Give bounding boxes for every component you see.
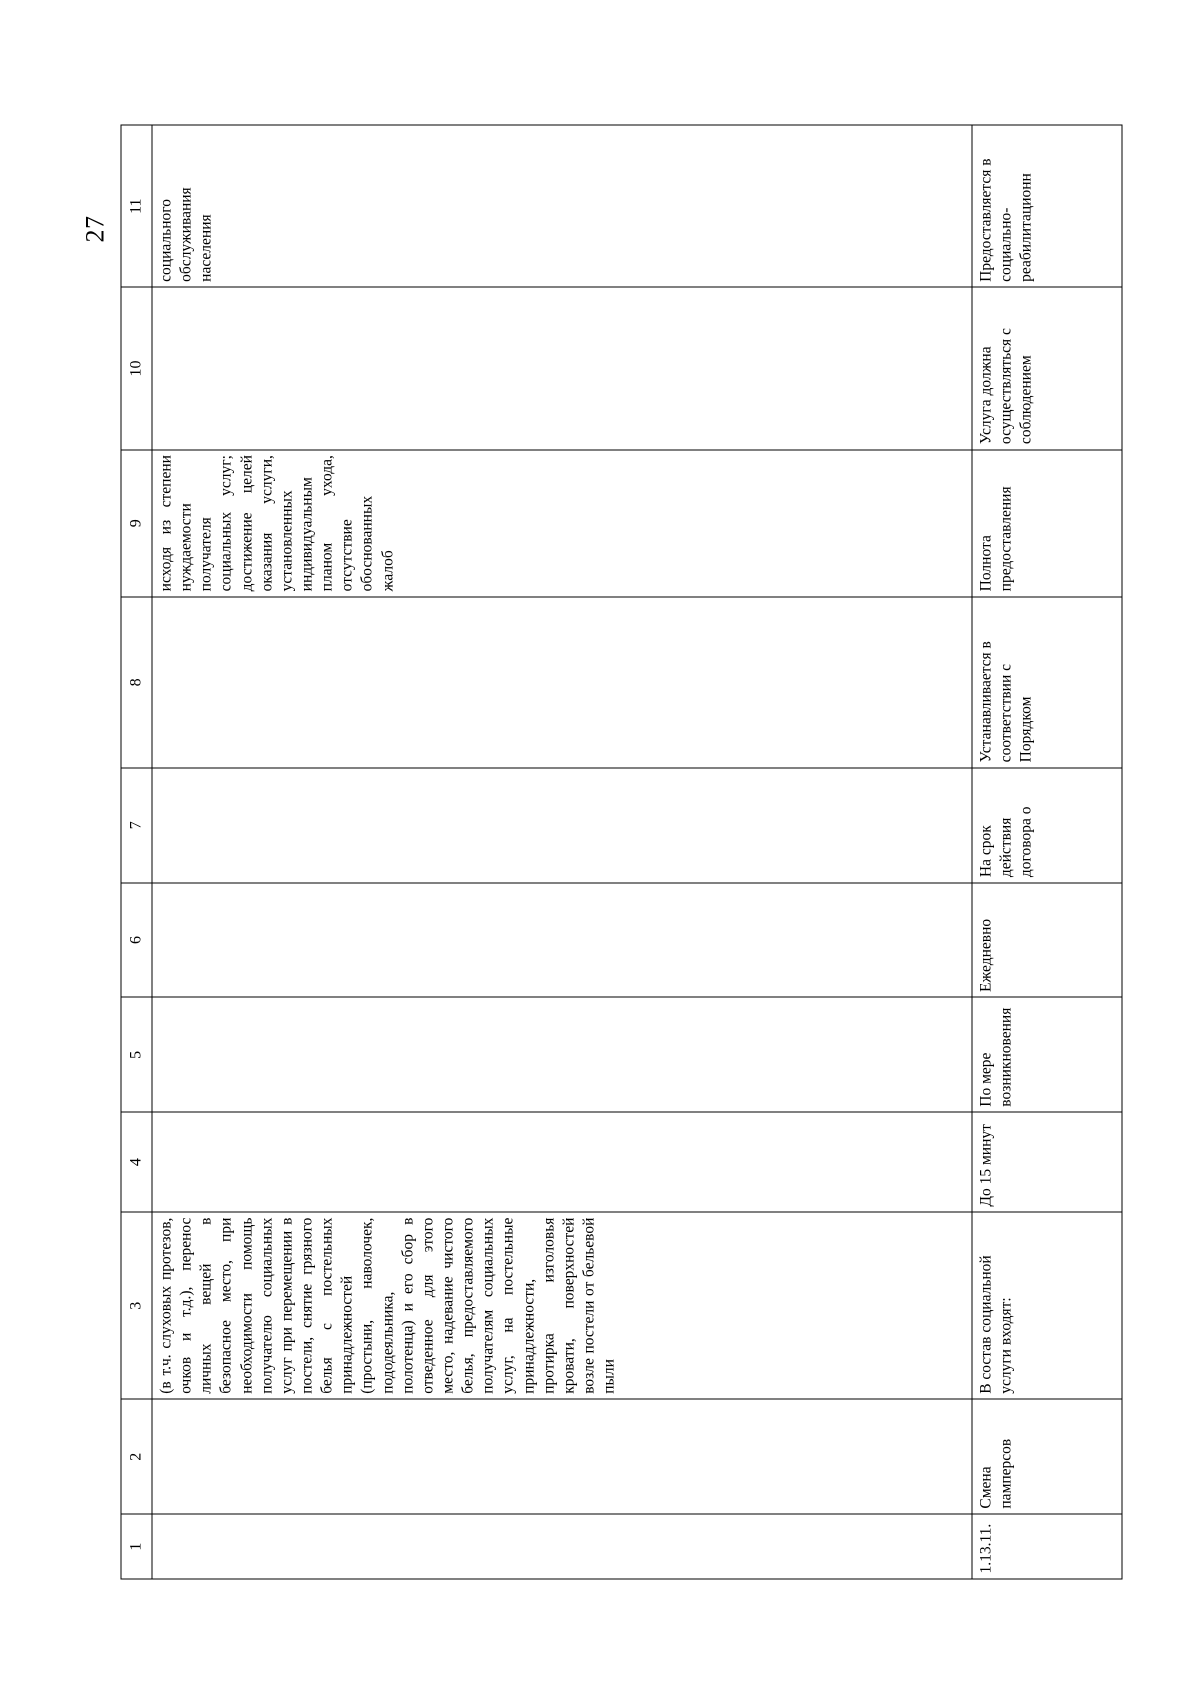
column-number-6: 6	[120, 882, 152, 997]
cell-row0-col4	[151, 1111, 972, 1212]
cell-row0-col8	[151, 596, 972, 768]
page-number: 27	[80, 215, 109, 242]
cell-row0-col10	[151, 286, 972, 450]
cell-row1-col1: 1.13.11.	[971, 1513, 1122, 1579]
cell-row0-col3: (в т.ч. слуховых протезов, очков и т.д.)…	[151, 1211, 972, 1399]
page-canvas: 27 1 2 3 4 5 6 7 8 9 10 11 (в т.ч. слухо…	[0, 0, 1200, 1697]
column-number-7: 7	[120, 767, 152, 883]
cell-row0-col7	[151, 767, 972, 883]
column-number-1: 1	[120, 1513, 152, 1579]
cell-row0-col2	[151, 1398, 972, 1514]
cell-row0-col1	[151, 1513, 972, 1579]
cell-row0-col11: социального обслуживания населения	[151, 124, 972, 287]
table-row: 1.13.11. Смена памперсов В состав социал…	[971, 124, 1122, 1579]
cell-row0-col6	[151, 882, 972, 997]
cell-row1-col9: Полнота предоставления	[971, 449, 1122, 597]
cell-row1-col2: Смена памперсов	[971, 1398, 1122, 1514]
column-number-9: 9	[120, 449, 152, 597]
cell-row1-col7: На срок действия договора о	[971, 767, 1122, 883]
column-number-11: 11	[120, 124, 152, 287]
cell-row1-col5: По мере возникновения	[971, 996, 1122, 1112]
cell-row0-col9: исходя из степени нуждаемости получателя…	[151, 449, 972, 597]
table-row: (в т.ч. слуховых протезов, очков и т.д.)…	[151, 124, 972, 1579]
cell-row0-col5	[151, 996, 972, 1112]
column-number-row: 1 2 3 4 5 6 7 8 9 10 11	[120, 124, 152, 1579]
cell-row1-col4: До 15 минут	[971, 1111, 1122, 1212]
cell-row1-col10: Услуга должна осуществляться с соблюдени…	[971, 286, 1122, 450]
column-number-2: 2	[120, 1398, 152, 1514]
column-number-8: 8	[120, 596, 152, 768]
cell-row1-col3: В состав социальной услуги входят:	[971, 1211, 1122, 1399]
column-number-4: 4	[120, 1111, 152, 1212]
cell-row1-col6: Ежедневно	[971, 882, 1122, 997]
services-table: 1 2 3 4 5 6 7 8 9 10 11 (в т.ч. слуховых…	[120, 124, 1122, 1579]
cell-row1-col8: Устанавливается в соответствии с Порядко…	[971, 596, 1122, 768]
column-number-5: 5	[120, 996, 152, 1112]
column-number-3: 3	[120, 1211, 152, 1399]
column-number-10: 10	[120, 286, 152, 450]
document-page: 27 1 2 3 4 5 6 7 8 9 10 11 (в т.ч. слухо…	[0, 0, 1200, 1697]
cell-row1-col11: Предоставляется в социально-реабилитацио…	[971, 124, 1122, 287]
